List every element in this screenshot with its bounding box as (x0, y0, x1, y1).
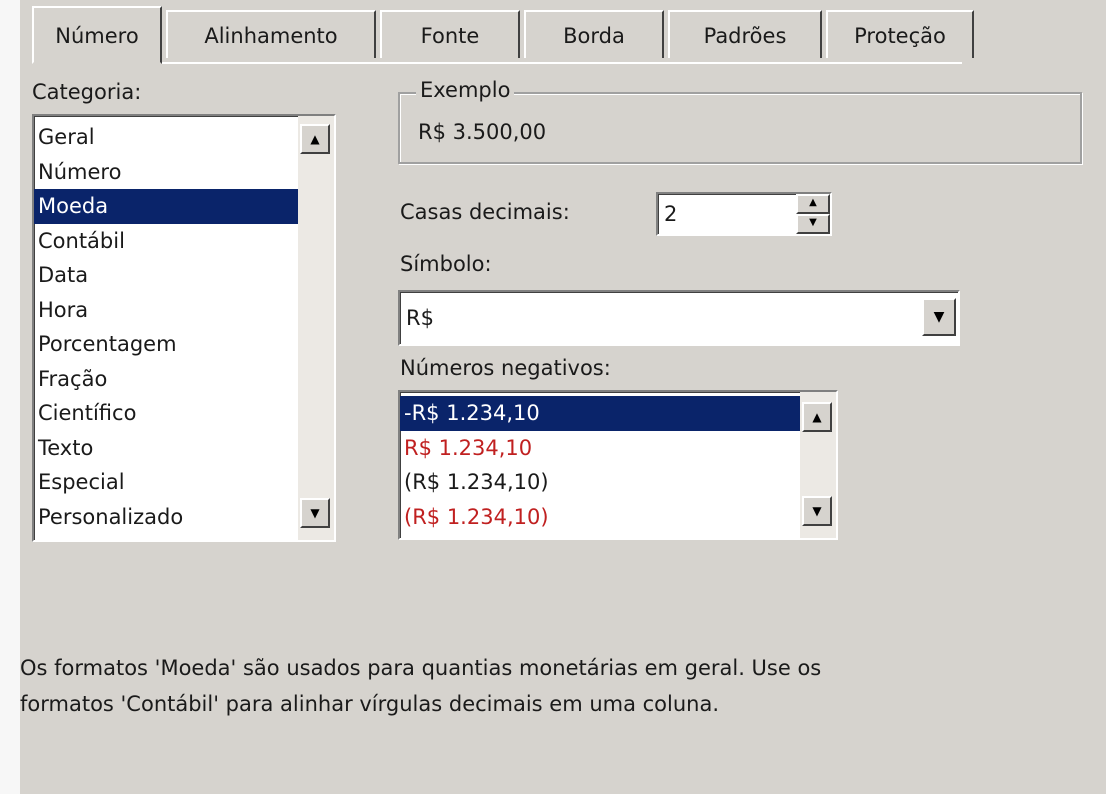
category-item-texto[interactable]: Texto (34, 431, 300, 466)
tab-protecao[interactable]: Proteção (826, 10, 974, 58)
scroll-up-arrow-icon[interactable]: ▲ (300, 124, 330, 154)
negative-numbers-listbox[interactable]: -R$ 1.234,10 R$ 1.234,10 (R$ 1.234,10) (… (398, 390, 838, 540)
category-item-porcentagem[interactable]: Porcentagem (34, 327, 300, 362)
scroll-down-arrow-icon[interactable]: ▼ (300, 498, 330, 528)
category-item-cientifico[interactable]: Científico (34, 396, 300, 431)
example-groupbox: Exemplo R$ 3.500,00 (398, 78, 1082, 164)
negative-format-item[interactable]: -R$ 1.234,10 (400, 396, 800, 431)
format-cells-dialog: Número Alinhamento Fonte Borda Padrões P… (20, 0, 1106, 794)
description-line-2: formatos 'Contábil' para alinhar vírgula… (20, 692, 720, 716)
category-item-hora[interactable]: Hora (34, 293, 300, 328)
category-item-moeda[interactable]: Moeda (34, 189, 300, 224)
spin-down-arrow-icon[interactable]: ▼ (796, 214, 830, 234)
category-item-especial[interactable]: Especial (34, 465, 300, 500)
negative-numbers-label: Números negativos: (400, 356, 611, 380)
category-item-numero[interactable]: Número (34, 155, 300, 190)
decimals-label: Casas decimais: (400, 200, 570, 224)
tab-fonte[interactable]: Fonte (380, 10, 520, 58)
tab-alinhamento[interactable]: Alinhamento (166, 10, 376, 58)
category-item-personalizado[interactable]: Personalizado (34, 500, 300, 535)
category-listbox[interactable]: Geral Número Moeda Contábil Data Hora Po… (32, 114, 336, 542)
category-scrollbar[interactable]: ▲ ▼ (298, 116, 334, 540)
category-item-data[interactable]: Data (34, 258, 300, 293)
negative-numbers-scrollbar[interactable]: ▲ ▼ (800, 392, 836, 538)
category-item-fracao[interactable]: Fração (34, 362, 300, 397)
category-item-contabil[interactable]: Contábil (34, 224, 300, 259)
tab-strip: Número Alinhamento Fonte Borda Padrões P… (32, 6, 974, 64)
symbol-value: R$ (406, 306, 434, 330)
negative-format-item[interactable]: (R$ 1.234,10) (400, 500, 800, 535)
negative-format-item[interactable]: (R$ 1.234,10) (400, 465, 800, 500)
spin-up-arrow-icon[interactable]: ▲ (796, 194, 830, 214)
scroll-up-arrow-icon[interactable]: ▲ (802, 402, 832, 432)
symbol-label: Símbolo: (400, 252, 492, 276)
dropdown-arrow-icon[interactable]: ▼ (922, 298, 956, 336)
example-title: Exemplo (416, 78, 515, 102)
scroll-down-arrow-icon[interactable]: ▼ (802, 496, 832, 526)
category-label: Categoria: (32, 80, 142, 104)
format-description: Os formatos 'Moeda' são usados para quan… (20, 650, 1100, 722)
decimals-value: 2 (664, 202, 678, 226)
symbol-select[interactable]: R$ (398, 290, 960, 346)
category-item-geral[interactable]: Geral (34, 120, 300, 155)
example-value: R$ 3.500,00 (418, 120, 547, 144)
tab-numero[interactable]: Número (32, 6, 162, 64)
description-line-1: Os formatos 'Moeda' são usados para quan… (20, 656, 822, 680)
tab-borda[interactable]: Borda (524, 10, 664, 58)
negative-format-item[interactable]: R$ 1.234,10 (400, 431, 800, 466)
tab-padroes[interactable]: Padrões (668, 10, 822, 58)
